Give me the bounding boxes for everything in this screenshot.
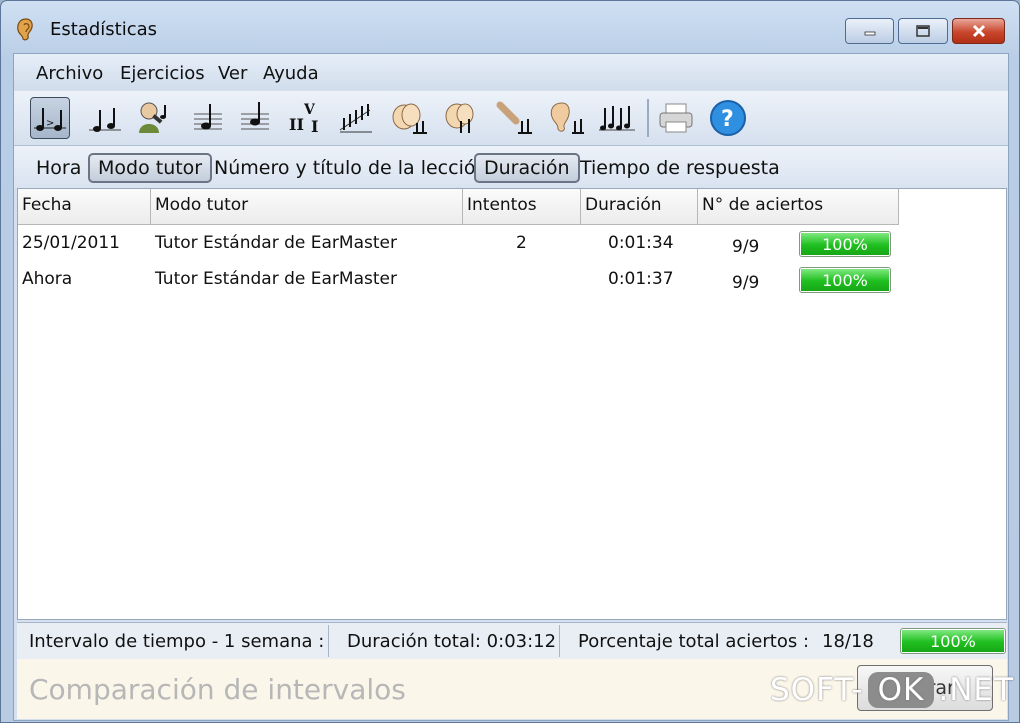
row-percent: 100% [822,234,868,254]
status-divider [328,625,329,657]
column-header-fecha[interactable]: Fecha [18,189,151,225]
statistics-table: Fecha Modo tutor Intentos Duración N° de… [17,188,1007,620]
row-modo-tutor: Tutor Estándar de EarMaster [155,269,397,289]
singer-icon [139,102,166,133]
row-duracion: 0:01:34 [608,233,674,253]
help-icon: ? [710,100,746,136]
tool-scale-steps[interactable] [335,97,375,139]
row-percent: 100% [822,270,868,290]
row-fecha: Ahora [22,269,73,289]
column-toggle-duracion[interactable]: Duración [474,153,580,183]
scale-steps-icon [339,104,372,133]
column-toggle-modo-tutor[interactable]: Modo tutor [88,153,213,183]
total-progress-fill: 100% [902,630,1004,652]
menu-ayuda[interactable]: Ayuda [263,63,319,84]
svg-text:II: II [289,115,304,134]
tool-ear[interactable] [546,97,586,139]
statistics-window: Estadísticas Archivo Ejercicios Ver Ayud… [0,0,1020,723]
row-aciertos: 9/9 [732,237,760,257]
rhythm-notes-icon [89,108,121,132]
column-selector-bar: Hora Modo tutor Número y título de la le… [14,146,1008,188]
status-total-value: 18/18 [822,631,874,652]
watermark-part: SOFT- [770,672,864,708]
watermark-part: OK [867,672,935,708]
tapping-hand-icon [496,101,532,134]
tool-rhythm-compare[interactable]: > [30,97,70,139]
maximize-icon [916,25,930,37]
row-modo-tutor: Tutor Estándar de EarMaster [155,233,397,253]
exercise-name: Comparación de intervalos [29,673,406,706]
multiple-notes-icon [599,106,635,131]
row-progress-fill: 100% [801,269,889,291]
tool-single-note[interactable] [188,97,228,139]
tool-help[interactable]: ? [708,97,748,139]
status-bar: Intervalo de tiempo - 1 semana : Duració… [17,622,1007,659]
status-interval: Intervalo de tiempo - 1 semana : [29,631,325,652]
column-header-duracion[interactable]: Duración [581,189,698,225]
status-divider [559,625,560,657]
column-header-intentos[interactable]: Intentos [463,189,581,225]
row-progress-bar: 100% [799,267,891,293]
maximize-button[interactable] [898,18,948,44]
tool-chord-degrees[interactable]: II V I [286,97,326,139]
app-ear-icon [17,18,33,41]
row-duracion: 0:01:37 [608,269,674,289]
clapping-hands-2-icon [445,103,474,133]
total-percent: 100% [930,631,976,651]
status-total-duration: Duración total: 0:03:12 [347,631,557,652]
column-toggle-leccion[interactable]: Número y título de la lección [206,153,496,183]
rhythm-compare-icon: > [34,108,66,131]
close-window-button[interactable] [952,18,1005,44]
client-area: Archivo Ejercicios Ver Ayuda > II V I ? … [13,53,1009,721]
window-title: Estadísticas [50,19,158,40]
row-fecha: 25/01/2011 [22,233,120,253]
tool-single-note-flat[interactable] [235,97,275,139]
menu-archivo[interactable]: Archivo [36,63,103,84]
watermark: SOFT- OK .NET [770,672,1014,708]
row-progress-fill: 100% [801,233,889,255]
column-header-aciertos[interactable]: N° de aciertos [698,189,899,225]
toolbar: > II V I ? [14,91,1008,146]
tool-print[interactable] [656,97,696,139]
tool-multiple-notes[interactable] [597,97,637,139]
chord-degrees-icon: IIVI [289,102,318,136]
single-note-flat-icon [241,102,269,130]
tool-clapping-hands-2[interactable] [441,97,481,139]
column-toggle-hora[interactable]: Hora [28,153,89,183]
watermark-part: .NET [938,672,1014,708]
tool-clapping-hands[interactable] [389,97,429,139]
tool-singer[interactable] [134,97,174,139]
svg-text:V: V [303,102,316,118]
toolbar-separator [647,99,649,137]
status-total-label: Porcentaje total aciertos : [578,631,810,652]
column-header-modo-tutor[interactable]: Modo tutor [151,189,463,225]
tool-tapping-hand[interactable] [494,97,534,139]
row-aciertos: 9/9 [732,273,760,293]
close-icon [972,24,985,38]
total-progress-bar: 100% [900,628,1006,654]
menu-ejercicios[interactable]: Ejercicios [120,63,205,84]
minimize-icon [864,31,875,36]
row-progress-bar: 100% [799,231,891,257]
svg-text:I: I [311,117,318,136]
svg-text:?: ? [721,107,734,132]
column-toggle-tiempo-respuesta[interactable]: Tiempo de respuesta [572,153,788,183]
menu-bar: Archivo Ejercicios Ver Ayuda [14,54,1008,90]
svg-text:>: > [46,118,54,129]
title-bar[interactable]: Estadísticas [1,1,1019,51]
ear-icon [550,102,584,134]
minimize-button[interactable] [845,18,894,44]
tool-rhythm-notes[interactable] [85,97,125,139]
printer-icon [659,103,693,133]
clapping-hands-icon [392,103,427,134]
single-note-icon [194,104,222,130]
menu-ver[interactable]: Ver [218,63,247,84]
row-intentos: 2 [516,233,527,253]
